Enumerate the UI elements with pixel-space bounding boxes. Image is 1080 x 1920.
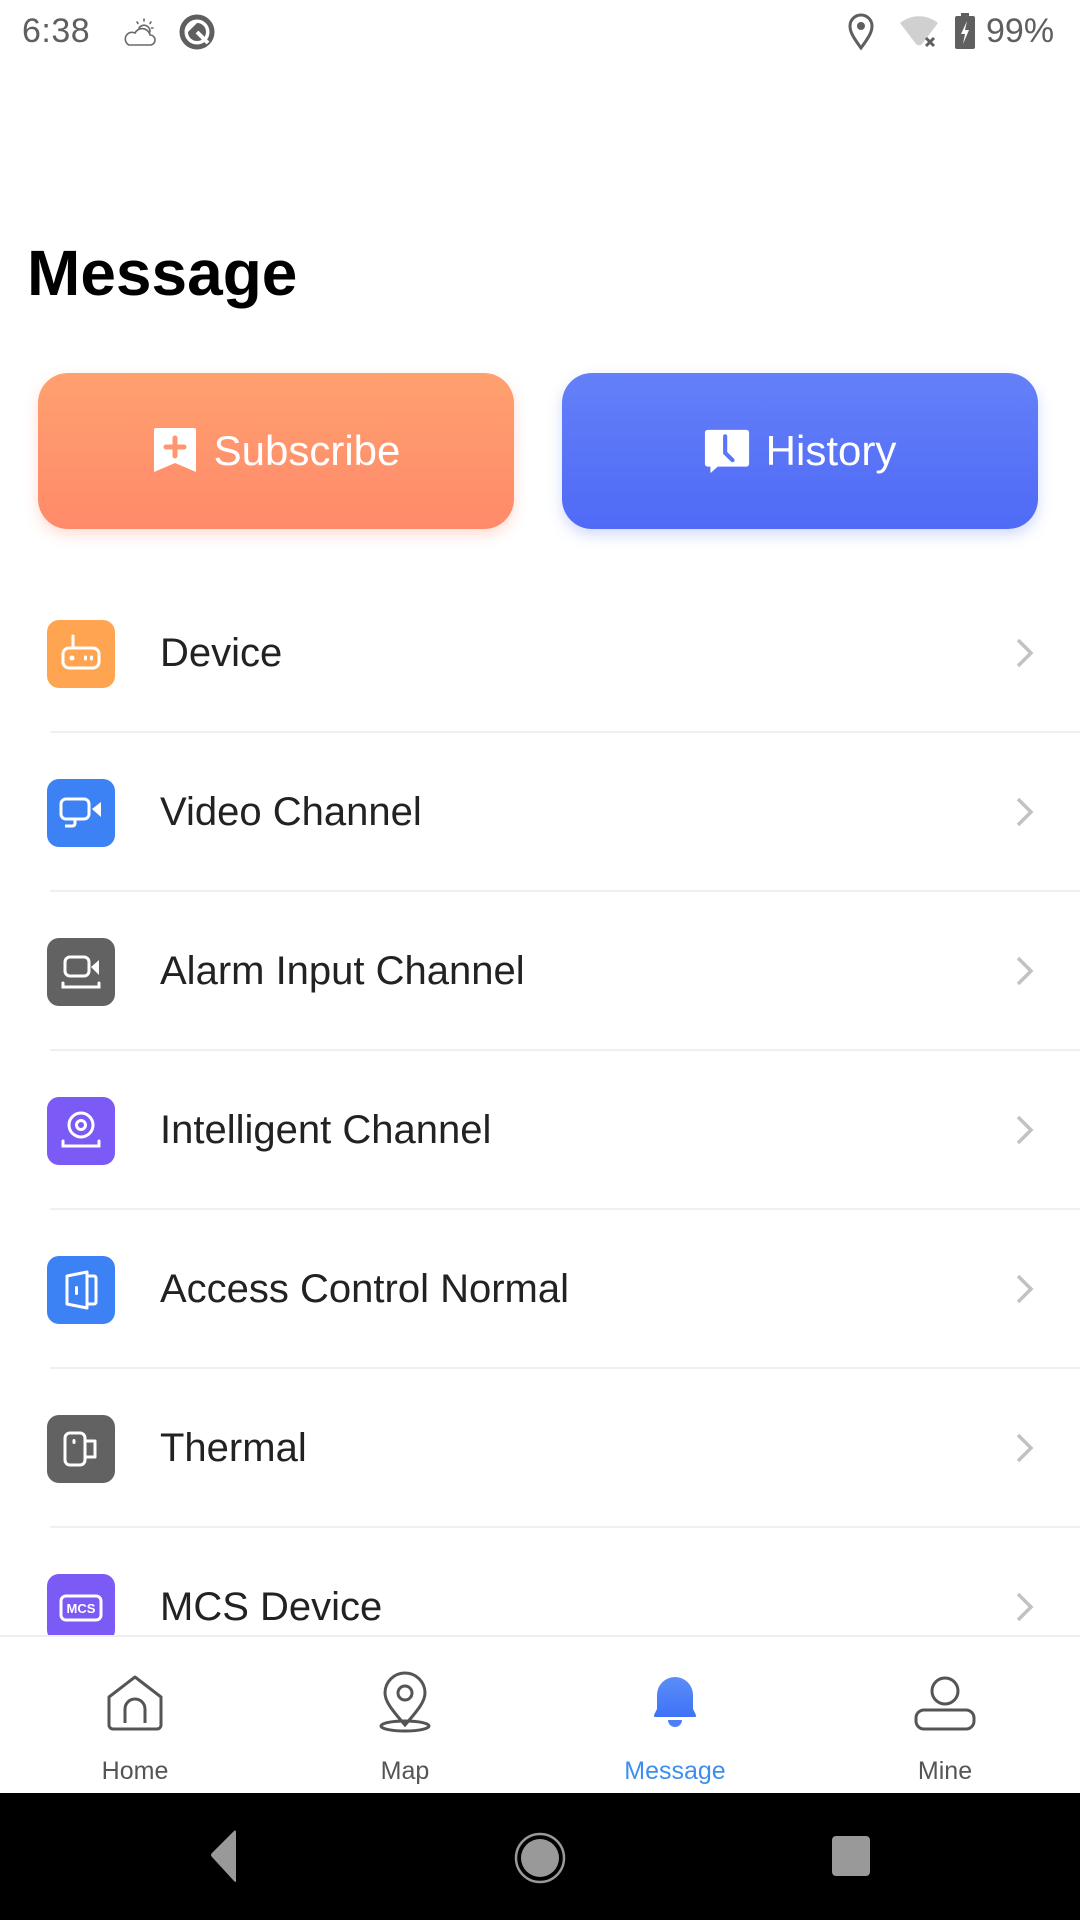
tab-mine[interactable]: Mine [810,1637,1080,1793]
tab-message[interactable]: Message [540,1637,810,1793]
chevron-right-icon [1016,797,1034,827]
weather-partly-cloudy-icon [124,18,156,46]
chevron-right-icon [1016,956,1034,986]
list-item-label: Intelligent Channel [160,1108,492,1152]
tab-label: Mine [917,1757,973,1785]
list-item-label: Video Channel [160,790,422,834]
router-icon [47,620,115,688]
camera-icon [47,779,115,847]
home-button-icon[interactable] [505,1823,575,1893]
status-time: 6:38 [22,12,91,50]
tab-map[interactable]: Map [270,1637,540,1793]
list-item-device[interactable]: Device [0,574,1080,733]
bell-icon [654,1677,696,1727]
system-navigation-bar [0,1793,1080,1920]
mcs-icon: MCS [47,1574,115,1635]
message-category-list: Device Video Channel Alarm Input Channel [0,574,1080,1635]
chevron-right-icon [1016,638,1034,668]
list-item-label: Access Control Normal [160,1267,570,1311]
back-icon[interactable] [190,1823,260,1893]
list-item-video-channel[interactable]: Video Channel [0,733,1080,892]
thermal-camera-icon [47,1415,115,1483]
chevron-right-icon [1016,1592,1034,1622]
page-title: Message [27,237,298,309]
door-icon [47,1256,115,1324]
list-item-label: Alarm Input Channel [160,949,525,993]
list-item-intelligent-channel[interactable]: Intelligent Channel [0,1051,1080,1210]
bookmark-plus-icon [153,428,196,472]
clock-chat-icon [704,429,749,474]
list-item-label: MCS Device [160,1585,383,1629]
tab-home[interactable]: Home [0,1637,270,1793]
list-item-alarm-input-channel[interactable]: Alarm Input Channel [0,892,1080,1051]
webcam-icon [47,1097,115,1165]
chevron-right-icon [1016,1115,1034,1145]
q-logo-icon [179,14,215,50]
recents-icon[interactable] [815,1823,885,1893]
list-item-access-control-normal[interactable]: Access Control Normal [0,1210,1080,1369]
alarm-camera-icon [47,938,115,1006]
subscribe-label: Subscribe [213,427,401,474]
tab-label: Home [101,1757,169,1785]
battery-charging-icon [955,13,975,49]
chevron-right-icon [1016,1433,1034,1463]
status-bar: 6:38 99% [0,0,1080,66]
map-pin-icon [379,1671,431,1733]
wifi-disconnected-icon [900,16,938,48]
mcs-icon-text: MCS [67,1601,96,1616]
user-icon [914,1676,976,1731]
tab-label: Message [624,1757,726,1785]
tab-label: Map [380,1757,430,1785]
chevron-right-icon [1016,1274,1034,1304]
subscribe-button[interactable]: Subscribe [38,373,514,529]
battery-percentage: 99% [986,12,1055,50]
list-item-label: Thermal [160,1426,307,1470]
location-icon [848,13,874,51]
history-label: History [765,427,897,474]
bottom-tab-bar: Home Map Message Mine [0,1635,1080,1793]
list-item-mcs-device[interactable]: MCS MCS Device [0,1528,1080,1635]
list-item-thermal[interactable]: Thermal [0,1369,1080,1528]
history-button[interactable]: History [562,373,1038,529]
list-item-label: Device [160,631,283,675]
home-icon [107,1675,163,1731]
